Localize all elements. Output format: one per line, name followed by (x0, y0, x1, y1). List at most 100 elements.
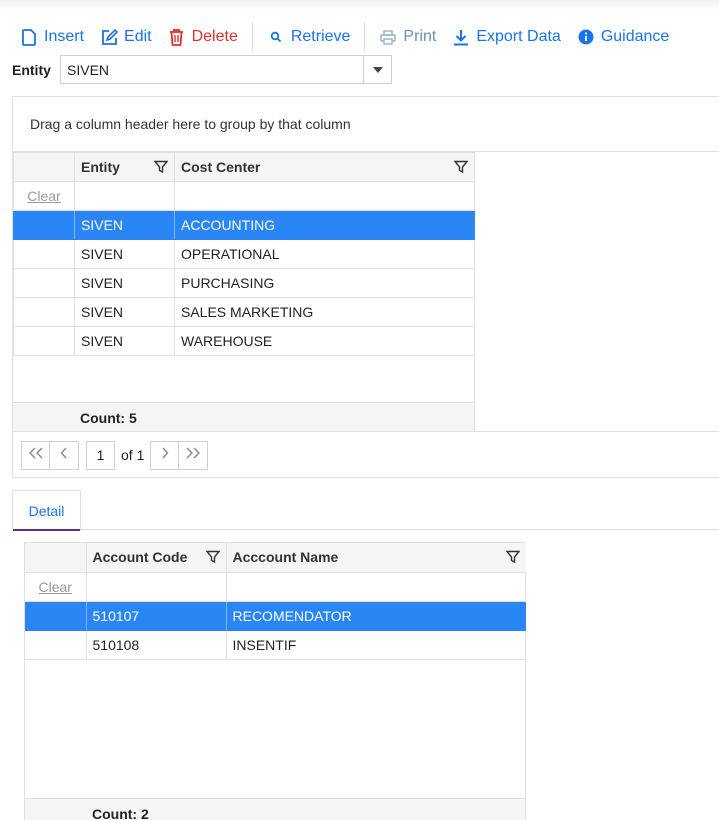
pager-nav-first-prev (21, 440, 79, 470)
filter-row: Clear (25, 571, 526, 602)
row-indicator (13, 268, 75, 298)
filter-icon[interactable] (154, 160, 168, 174)
column-header-account-name[interactable]: Acccount Name (225, 543, 526, 573)
trash-icon (168, 28, 186, 46)
cell-account-name: RECOMENDATOR (225, 600, 526, 631)
detail-grid: Account Code Acccount Name Clear 510107 … (24, 542, 526, 820)
cell-cost-center: SALES MARKETING (174, 297, 475, 327)
filter-cell-cost-center[interactable] (174, 181, 475, 211)
first-page-button[interactable] (21, 440, 50, 470)
grid-empty-area (13, 356, 474, 403)
guidance-label: Guidance (600, 28, 670, 45)
table-row[interactable]: 510108 INSENTIF (25, 629, 526, 660)
edit-icon (100, 28, 118, 46)
cell-cost-center: ACCOUNTING (174, 210, 475, 240)
printer-icon (379, 28, 397, 46)
cell-entity: SIVEN (74, 297, 175, 327)
cell-cost-center: WAREHOUSE (174, 326, 475, 356)
filter-row: Clear (13, 181, 475, 211)
double-chevron-right-icon (185, 446, 201, 464)
row-indicator (25, 600, 87, 631)
retrieve-label: Retrieve (290, 28, 351, 45)
table-row[interactable]: SIVEN ACCOUNTING (13, 210, 475, 240)
document-icon (20, 28, 38, 46)
retrieve-button[interactable]: Retrieve (259, 20, 359, 54)
row-indicator-header (13, 152, 75, 182)
cell-account-code: 510107 (85, 600, 227, 631)
row-count: Count: 5 (80, 409, 137, 426)
cell-entity: SIVEN (74, 210, 175, 240)
clear-filter-link[interactable]: Clear (25, 571, 87, 602)
tab-detail[interactable]: Detail (12, 490, 81, 531)
group-panel-text: Drag a column header here to group by th… (30, 116, 351, 132)
toolbar-divider (364, 22, 366, 52)
column-header-label: Acccount Name (232, 549, 339, 566)
row-indicator (13, 326, 75, 356)
table-row[interactable]: SIVEN OPERATIONAL (13, 239, 475, 269)
row-indicator (13, 297, 75, 327)
header-row: Account Code Acccount Name (25, 543, 526, 573)
toolbar: Insert Edit Delete Retrieve Print Export… (12, 20, 677, 54)
delete-label: Delete (191, 28, 238, 45)
info-icon (577, 28, 595, 46)
header-row: Entity Cost Center (13, 152, 475, 182)
cell-entity: SIVEN (74, 268, 175, 298)
cell-entity: SIVEN (74, 326, 175, 356)
row-count: Count: 2 (92, 805, 149, 820)
column-header-cost-center[interactable]: Cost Center (174, 152, 475, 182)
print-label: Print (403, 28, 437, 45)
entity-select-value: SIVEN (67, 61, 110, 78)
filter-cell-account-code[interactable] (85, 571, 227, 602)
edit-button[interactable]: Edit (92, 20, 160, 54)
column-header-label: Cost Center (181, 159, 261, 175)
page-number-input[interactable]: 1 (86, 440, 115, 470)
row-indicator (13, 239, 75, 269)
search-icon (267, 28, 285, 46)
pager: 1 of 1 (13, 431, 719, 478)
cell-cost-center: OPERATIONAL (174, 239, 475, 269)
column-header-entity[interactable]: Entity (74, 152, 175, 182)
insert-label: Insert (44, 28, 85, 45)
next-page-button[interactable] (150, 440, 180, 470)
row-indicator (13, 210, 75, 240)
print-button[interactable]: Print (371, 20, 444, 54)
page-total: of 1 (121, 447, 145, 463)
table-row[interactable]: SIVEN WAREHOUSE (13, 326, 475, 356)
filter-icon[interactable] (506, 550, 520, 564)
guidance-button[interactable]: Guidance (569, 20, 678, 54)
delete-button[interactable]: Delete (160, 20, 246, 54)
entity-select[interactable]: SIVEN (60, 55, 392, 84)
group-panel: Drag a column header here to group by th… (13, 97, 719, 152)
column-header-label: Account Code (92, 549, 188, 566)
chevron-right-icon (161, 446, 169, 464)
filter-cell-account-name[interactable] (225, 571, 526, 602)
chevron-down-icon (372, 66, 383, 73)
clear-filter-link[interactable]: Clear (13, 181, 75, 211)
table-row[interactable]: SIVEN SALES MARKETING (13, 297, 475, 327)
cell-account-name: INSENTIF (225, 629, 526, 660)
last-page-button[interactable] (179, 440, 209, 470)
export-data-label: Export Data (476, 28, 561, 45)
grid-footer: Count: 2 (25, 798, 525, 820)
toolbar-divider (251, 22, 253, 52)
tab-bar: Detail (12, 490, 719, 531)
row-indicator (25, 629, 87, 660)
entity-label: Entity (12, 61, 51, 78)
table-row[interactable]: 510107 RECOMENDATOR (25, 600, 526, 631)
filter-cell-entity[interactable] (74, 181, 175, 211)
export-data-button[interactable]: Export Data (444, 20, 568, 54)
dropdown-button[interactable] (363, 56, 391, 83)
column-header-account-code[interactable]: Account Code (85, 543, 227, 573)
prev-page-button[interactable] (50, 440, 79, 470)
filter-icon[interactable] (454, 160, 468, 174)
detail-grid-table: Account Code Acccount Name Clear 510107 … (25, 543, 526, 660)
top-shadow (0, 0, 719, 10)
chevron-left-icon (60, 446, 68, 464)
row-indicator-header (25, 543, 87, 573)
insert-button[interactable]: Insert (12, 20, 92, 54)
double-chevron-left-icon (28, 446, 44, 464)
filter-icon[interactable] (205, 550, 220, 564)
column-header-label: Entity (81, 159, 120, 175)
table-row[interactable]: SIVEN PURCHASING (13, 268, 475, 298)
master-grid-table: Entity Cost Center Clear SIVEN ACCOUNTIN… (13, 152, 475, 356)
